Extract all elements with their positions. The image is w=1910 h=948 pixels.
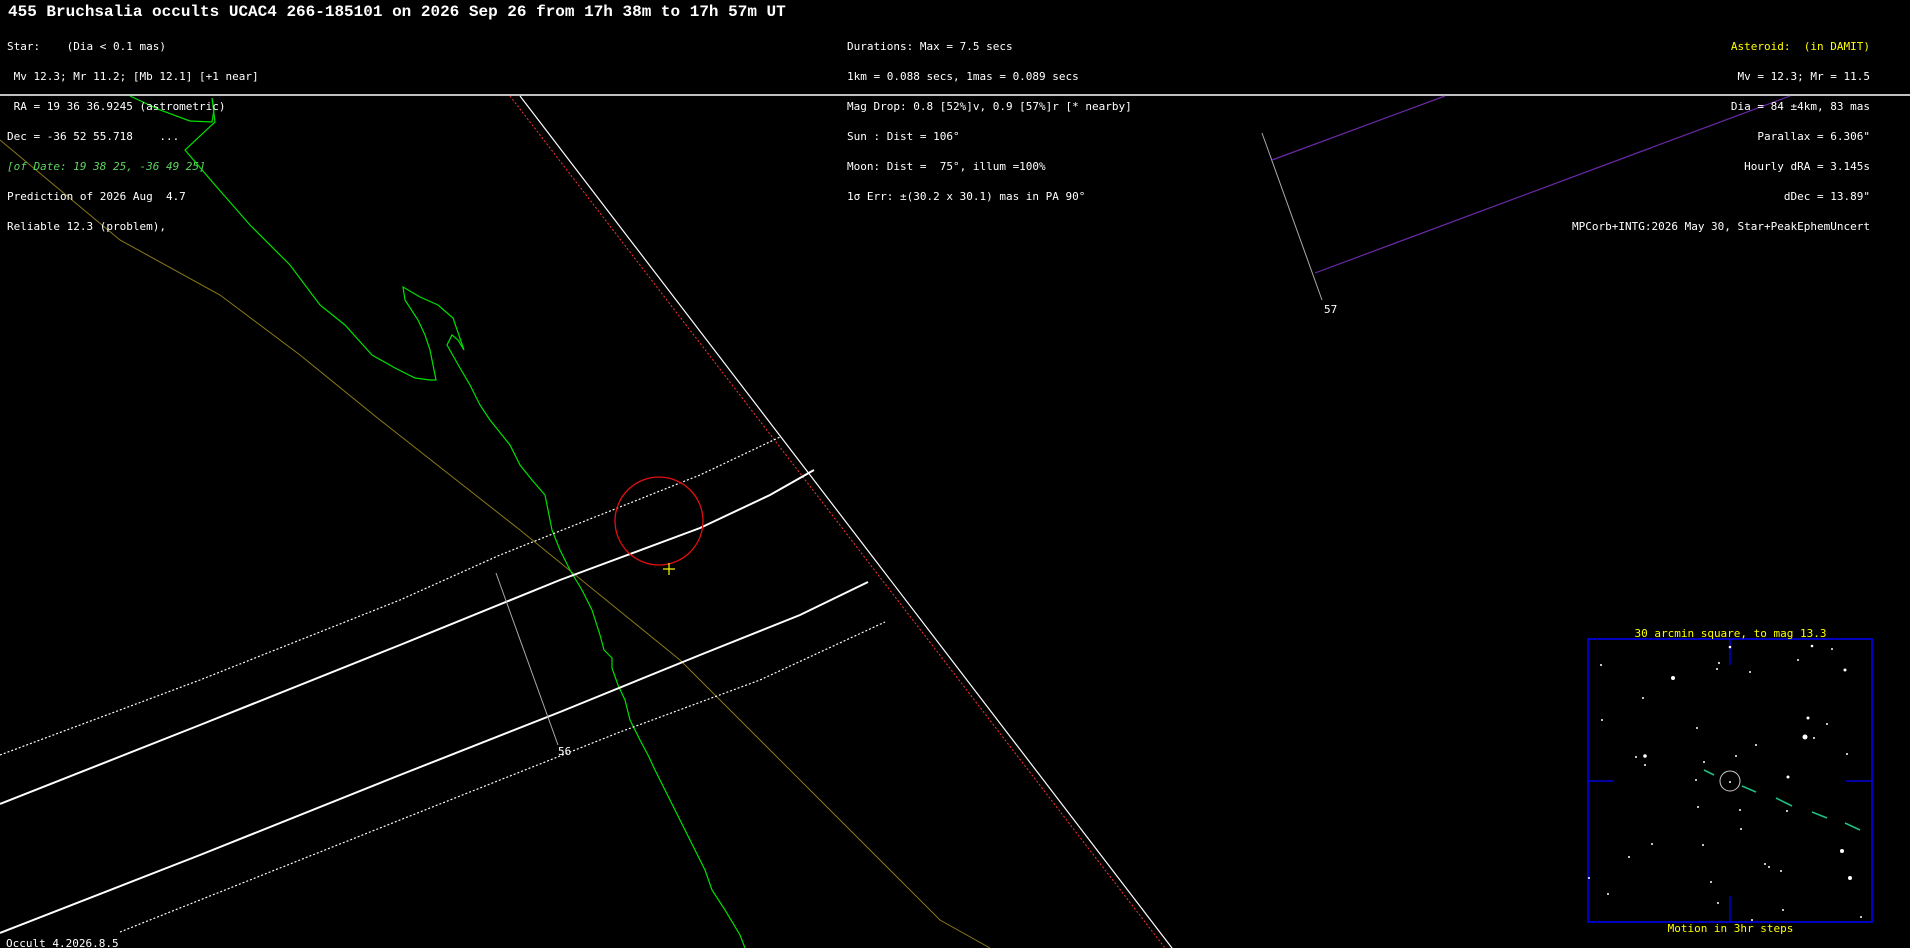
star-info-line: Dec = -36 52 55.718 ... <box>7 130 180 143</box>
star-info-line-of-date: [of Date: 19 38 25, -36 49 25] <box>7 160 206 173</box>
asteroid-info-heading: Asteroid: (in DAMIT) <box>1730 40 1870 53</box>
event-info-line: Mag Drop: 0.8 [52%]v, 0.9 [57%]r [* near… <box>847 100 1132 113</box>
page-title: 455 Bruchsalia occults UCAC4 266-185101 … <box>8 3 786 21</box>
event-info-line: Sun : Dist = 106° <box>847 130 960 143</box>
time-label-56: 56 <box>558 745 572 758</box>
horizon-limit-line <box>519 95 1173 948</box>
event-info-line: 1km = 0.088 secs, 1mas = 0.089 secs <box>847 70 1079 83</box>
version-label: Occult 4.2026.8.5 <box>6 937 119 948</box>
asteroid-info-line: Mv = 12.3; Mr = 11.5 <box>1737 70 1870 83</box>
country-border-line <box>0 139 991 948</box>
path-sigma-limit-south <box>119 621 886 933</box>
event-info-line: 1σ Err: ±(30.2 x 30.1) mas in PA 90° <box>847 190 1086 203</box>
star-info-line: Mv 12.3; Mr 11.2; [Mb 12.1] [+1 near] <box>7 70 259 83</box>
event-info-line: Durations: Max = 7.5 secs <box>847 40 1013 53</box>
path-limit-south <box>0 581 869 934</box>
path-limit-north <box>0 469 815 805</box>
time-label-57: 57 <box>1324 303 1338 316</box>
inset-title: 30 arcmin square, to mag 13.3 <box>1634 627 1827 640</box>
path-sigma-limit-north <box>0 436 781 756</box>
observer-site-circle[interactable] <box>614 476 704 566</box>
offmap-path-north <box>1271 95 1446 161</box>
event-info-line: Moon: Dist = 75°, illum =100% <box>847 160 1046 173</box>
asteroid-info-line: Dia = 84 ±4km, 83 mas <box>1730 100 1870 113</box>
time-tick-56 <box>495 572 559 746</box>
star-info-line: Reliable 12.3 (problem), <box>7 220 166 233</box>
time-tick-57 <box>1261 132 1323 301</box>
star-info-line: RA = 19 36 36.9245 (astrometric) <box>7 100 226 113</box>
asteroid-info-line: Hourly dRA = 3.145s <box>1744 160 1870 173</box>
event-info-block: Durations: Max = 7.5 secs 1km = 0.088 se… <box>847 22 1132 222</box>
star-info-line: Star: (Dia < 0.1 mas) <box>7 40 166 53</box>
asteroid-info-line: dDec = 13.89" <box>1783 190 1870 203</box>
star-info-line: Prediction of 2026 Aug 4.7 <box>7 190 186 203</box>
star-chart-inset[interactable] <box>1587 638 1873 923</box>
sunrise-terminator-line <box>509 95 1166 948</box>
asteroid-info-line: MPCorb+INTG:2026 May 30, Star+PeakEphemU… <box>1571 220 1870 233</box>
asteroid-info-block: Asteroid: (in DAMIT) Mv = 12.3; Mr = 11.… <box>1572 22 1870 252</box>
inset-footer: Motion in 3hr steps <box>1667 922 1794 935</box>
star-info-block: Star: (Dia < 0.1 mas) Mv 12.3; Mr 11.2; … <box>7 22 259 252</box>
asteroid-info-line: Parallax = 6.306" <box>1757 130 1870 143</box>
inset-frame <box>1587 638 1873 923</box>
occultation-map-window: 455 Bruchsalia occults UCAC4 266-185101 … <box>0 0 1910 948</box>
